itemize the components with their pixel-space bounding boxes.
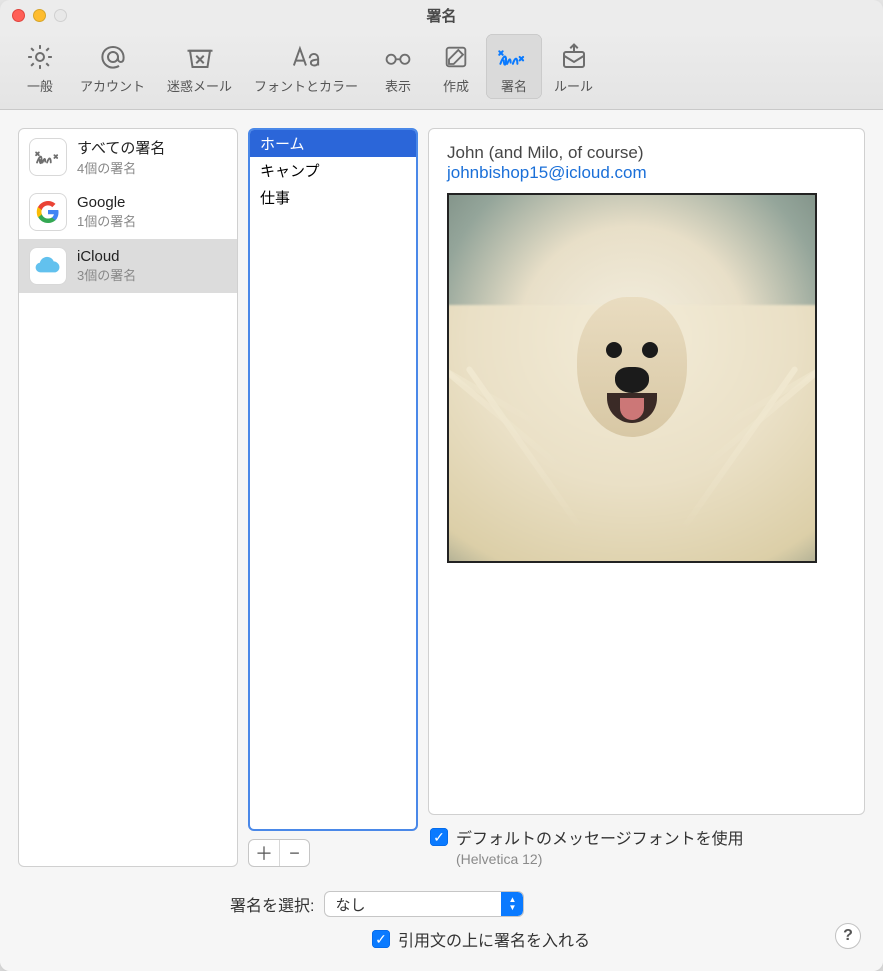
toolbar-viewing[interactable]: 表示	[370, 34, 426, 99]
font-icon	[289, 40, 323, 74]
signatures-column: ホーム キャンプ 仕事 ＋ −	[248, 128, 418, 867]
remove-signature-button[interactable]: −	[279, 840, 309, 866]
toolbar-label: 一般	[27, 76, 53, 95]
toolbar-label: アカウント	[80, 76, 145, 95]
at-icon	[98, 40, 128, 74]
choose-signature-select[interactable]: なし ▲▼	[324, 891, 524, 917]
rules-icon	[559, 40, 589, 74]
use-default-font-checkbox[interactable]: ✓	[430, 828, 448, 846]
minimize-window-button[interactable]	[33, 9, 46, 22]
signature-item-home[interactable]: ホーム	[250, 130, 416, 157]
signature-icon	[29, 138, 67, 176]
icloud-icon	[29, 247, 67, 285]
signature-editor[interactable]: John (and Milo, of course) johnbishop15@…	[428, 128, 865, 815]
signature-list-buttons: ＋ −	[248, 839, 310, 867]
junk-icon	[185, 40, 215, 74]
toolbar-label: ルール	[554, 76, 593, 95]
preview-column: John (and Milo, of course) johnbishop15@…	[428, 128, 865, 867]
toolbar-label: フォントとカラー	[254, 76, 358, 95]
footer: 署名を選択: なし ▲▼ ✓ 引用文の上に署名を入れる ?	[0, 877, 883, 971]
account-icloud[interactable]: iCloud 3個の署名	[19, 239, 237, 293]
titlebar: 署名	[0, 0, 883, 30]
account-count: 3個の署名	[77, 265, 136, 284]
place-above-quote-row: ✓ 引用文の上に署名を入れる	[372, 927, 863, 951]
columns: すべての署名 4個の署名 Google 1個の署名	[0, 110, 883, 877]
account-name: iCloud	[77, 248, 136, 265]
compose-icon	[442, 40, 470, 74]
select-arrows-icon: ▲▼	[501, 892, 523, 916]
default-font-option: ✓ デフォルトのメッセージフォントを使用 (Helvetica 12)	[428, 815, 865, 867]
place-above-quote-checkbox[interactable]: ✓	[372, 930, 390, 948]
signature-name-line: John (and Milo, of course)	[447, 143, 846, 163]
preferences-window: 署名 一般 アカウント 迷惑メール フォントとカラー	[0, 0, 883, 971]
zoom-window-button[interactable]	[54, 9, 67, 22]
window-controls	[12, 9, 67, 22]
toolbar-fonts-colors[interactable]: フォントとカラー	[244, 34, 368, 99]
account-google[interactable]: Google 1個の署名	[19, 185, 237, 239]
default-font-note: (Helvetica 12)	[456, 851, 863, 867]
toolbar-rules[interactable]: ルール	[544, 34, 603, 99]
toolbar-label: 迷惑メール	[167, 76, 232, 95]
use-default-font-label: デフォルトのメッセージフォントを使用	[456, 825, 744, 849]
toolbar-signatures[interactable]: 署名	[486, 34, 542, 99]
accounts-list[interactable]: すべての署名 4個の署名 Google 1個の署名	[18, 128, 238, 867]
close-window-button[interactable]	[12, 9, 25, 22]
help-button[interactable]: ?	[835, 923, 861, 949]
signature-item-camp[interactable]: キャンプ	[250, 157, 416, 184]
gear-icon	[25, 40, 55, 74]
signature-icon	[497, 40, 531, 74]
place-above-quote-label: 引用文の上に署名を入れる	[398, 927, 590, 951]
signature-email-line: johnbishop15@icloud.com	[447, 163, 846, 183]
add-signature-button[interactable]: ＋	[249, 840, 279, 866]
account-count: 1個の署名	[77, 211, 136, 230]
choose-signature-value: なし	[325, 894, 501, 915]
choose-signature-label: 署名を選択:	[230, 892, 314, 916]
toolbar-label: 署名	[501, 76, 527, 95]
toolbar-junk[interactable]: 迷惑メール	[157, 34, 242, 99]
window-title: 署名	[12, 5, 871, 26]
toolbar-label: 表示	[385, 76, 411, 95]
toolbar-composing[interactable]: 作成	[428, 34, 484, 99]
signatures-list[interactable]: ホーム キャンプ 仕事	[248, 128, 418, 831]
account-name: Google	[77, 194, 136, 211]
toolbar-general[interactable]: 一般	[12, 34, 68, 99]
choose-signature-row: 署名を選択: なし ▲▼	[230, 891, 863, 917]
account-all-signatures[interactable]: すべての署名 4個の署名	[19, 129, 237, 185]
glasses-icon	[382, 40, 414, 74]
toolbar-accounts[interactable]: アカウント	[70, 34, 155, 99]
signature-image	[447, 193, 817, 563]
signature-item-work[interactable]: 仕事	[250, 184, 416, 211]
google-icon	[29, 193, 67, 231]
toolbar-label: 作成	[443, 76, 469, 95]
content-area: すべての署名 4個の署名 Google 1個の署名	[0, 110, 883, 971]
account-count: 4個の署名	[77, 158, 165, 177]
account-name: すべての署名	[77, 137, 165, 158]
preferences-toolbar: 一般 アカウント 迷惑メール フォントとカラー 表示	[0, 30, 883, 110]
